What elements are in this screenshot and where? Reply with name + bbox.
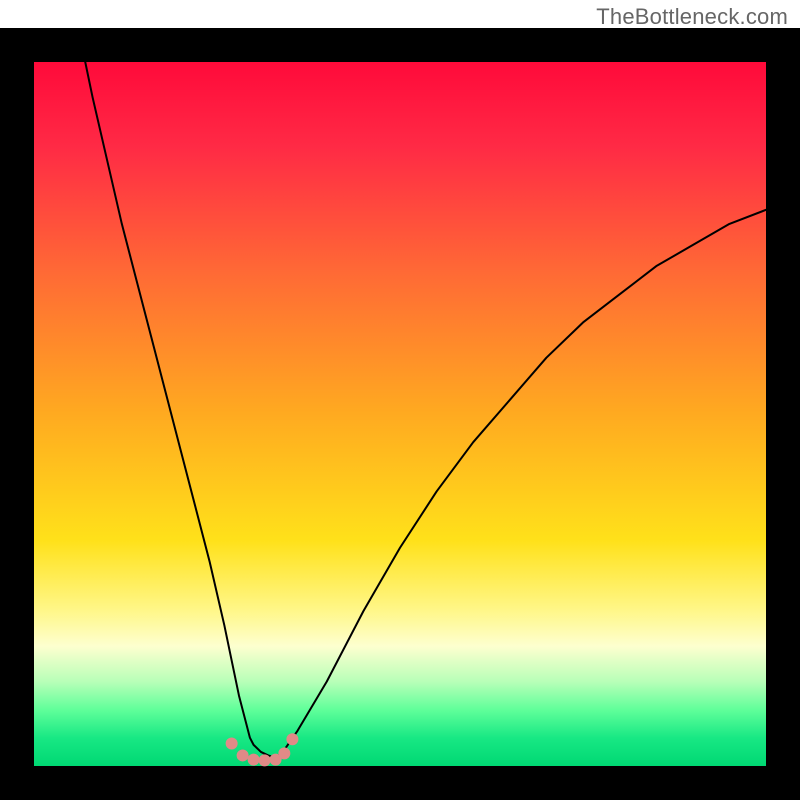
- bottom-marker: [278, 747, 290, 759]
- bottom-marker: [226, 737, 238, 749]
- bottom-marker: [259, 754, 271, 766]
- bottom-marker: [286, 733, 298, 745]
- bottom-marker: [248, 754, 260, 766]
- watermark-text: TheBottleneck.com: [596, 4, 788, 30]
- bottleneck-chart: [0, 0, 800, 800]
- bottom-marker: [237, 749, 249, 761]
- chart-stage: TheBottleneck.com: [0, 0, 800, 800]
